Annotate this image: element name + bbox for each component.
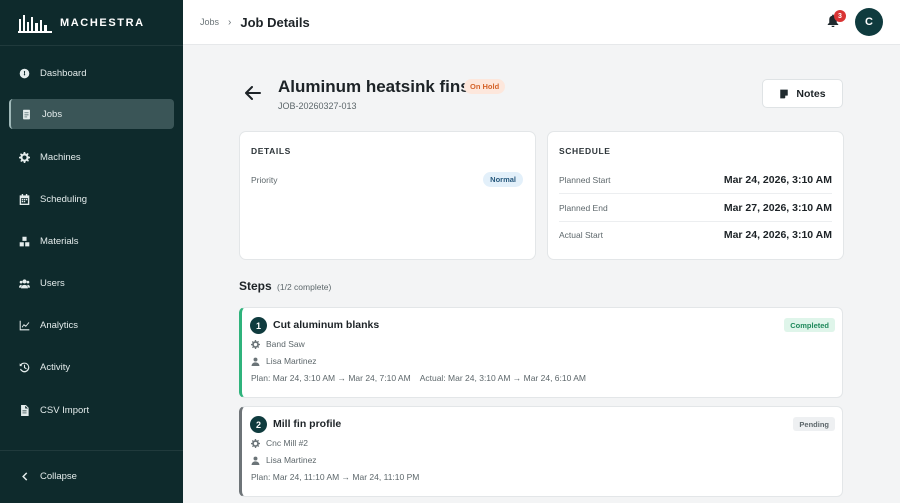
step-machine-name: Cnc Mill #2 xyxy=(266,438,309,448)
sidebar-item-users[interactable]: Users xyxy=(9,268,174,298)
step-operator-name: Lisa Martinez xyxy=(266,356,317,366)
sidebar-item-dashboard[interactable]: Dashboard xyxy=(9,58,174,88)
sidebar-item-label: Scheduling xyxy=(40,193,88,205)
gauge-icon xyxy=(19,68,30,79)
steps-count: (1/2 complete) xyxy=(277,282,332,292)
step-name: Mill fin profile xyxy=(273,418,342,430)
steps-heading: Steps (1/2 complete) xyxy=(239,279,331,293)
steps-heading-label: Steps xyxy=(239,279,272,293)
step-status-badge: Completed xyxy=(784,318,835,332)
step-actual: Actual: Mar 24, 3:10 AM → Mar 24, 6:10 A… xyxy=(419,373,586,383)
sidebar-item-label: Jobs xyxy=(42,108,63,120)
user-icon xyxy=(251,357,260,366)
schedule-row-value: Mar 24, 2026, 3:10 AM xyxy=(723,173,832,186)
step-plan: Plan: Mar 24, 3:10 AM → Mar 24, 7:10 AM xyxy=(251,373,411,383)
boxes-icon xyxy=(19,236,30,247)
sidebar-item-label: CSV Import xyxy=(40,404,90,416)
sidebar-item-label: Machines xyxy=(40,151,81,163)
schedule-row: Planned End Mar 27, 2026, 3:10 AM xyxy=(559,194,832,222)
schedule-row-label: Actual Start xyxy=(559,230,603,240)
job-title: Aluminum heatsink fins xyxy=(278,77,470,96)
priority-badge: Normal xyxy=(483,172,523,187)
step-number: 1 xyxy=(250,317,267,334)
details-card: DETAILS Priority Normal xyxy=(239,131,536,260)
details-card-title: DETAILS xyxy=(251,146,291,156)
step-machine-name: Band Saw xyxy=(266,339,305,349)
schedule-card: SCHEDULE Planned Start Mar 24, 2026, 3:1… xyxy=(547,131,844,260)
gear-icon xyxy=(251,438,260,448)
gear-icon xyxy=(251,339,260,349)
schedule-row-label: Planned End xyxy=(559,202,608,213)
schedule-row: Planned Start Mar 24, 2026, 3:10 AM xyxy=(559,166,832,194)
note-icon xyxy=(780,89,789,98)
topbar: Jobs › Job Details 3 C xyxy=(183,0,900,45)
factory-skyline-icon xyxy=(18,14,52,33)
sidebar-item-label: Analytics xyxy=(40,319,79,331)
schedule-row-label: Planned Start xyxy=(559,174,611,185)
step-timing: Plan: Mar 24, 3:10 AM → Mar 24, 7:10 AM A… xyxy=(251,373,586,383)
step-operator: Lisa Martinez xyxy=(251,455,317,465)
sidebar: MACHESTRA Dashboard Jobs Machines Schedu… xyxy=(0,0,183,503)
step-machine: Cnc Mill #2 xyxy=(251,438,308,448)
notes-button-label: Notes xyxy=(796,87,826,100)
step-name: Cut aluminum blanks xyxy=(273,319,380,331)
notes-button[interactable]: Notes xyxy=(762,79,843,108)
step-number: 2 xyxy=(250,416,267,433)
schedule-card-title: SCHEDULE xyxy=(559,146,611,156)
page-title: Job Details xyxy=(240,14,310,30)
brand[interactable]: MACHESTRA xyxy=(0,0,183,46)
divider xyxy=(0,450,183,451)
calendar-icon xyxy=(19,193,30,205)
schedule-row: Actual Start Mar 24, 2026, 3:10 AM xyxy=(559,221,832,249)
sidebar-item-csv-import[interactable]: CSV Import xyxy=(9,395,174,425)
file-icon xyxy=(19,404,30,416)
sidebar-item-machines[interactable]: Machines xyxy=(9,142,174,172)
brand-name: MACHESTRA xyxy=(60,16,145,29)
priority-label: Priority xyxy=(251,175,278,185)
step-operator: Lisa Martinez xyxy=(251,356,317,366)
breadcrumb-separator: › xyxy=(228,16,232,28)
sidebar-item-label: Users xyxy=(40,277,65,289)
avatar[interactable]: C xyxy=(855,8,883,36)
gear-icon xyxy=(19,151,30,163)
history-icon xyxy=(19,362,30,373)
step-card[interactable]: 1 Cut aluminum blanks Completed Band Saw… xyxy=(239,307,843,398)
chart-line-icon xyxy=(19,320,30,331)
collapse-label: Collapse xyxy=(40,470,77,482)
chevron-left-icon xyxy=(19,471,30,482)
user-icon xyxy=(251,456,260,465)
notification-count-badge: 3 xyxy=(834,10,846,22)
sidebar-item-materials[interactable]: Materials xyxy=(9,226,174,256)
back-arrow-icon[interactable] xyxy=(245,86,261,100)
sidebar-item-jobs[interactable]: Jobs xyxy=(9,99,174,129)
breadcrumb-parent[interactable]: Jobs xyxy=(200,17,219,27)
sidebar-item-label: Dashboard xyxy=(40,67,87,79)
clipboard-icon xyxy=(21,109,32,120)
sidebar-item-label: Activity xyxy=(40,361,71,373)
schedule-row-value: Mar 24, 2026, 3:10 AM xyxy=(723,229,832,241)
step-operator-name: Lisa Martinez xyxy=(266,455,317,465)
schedule-row-value: Mar 27, 2026, 3:10 AM xyxy=(723,201,832,214)
users-icon xyxy=(19,278,30,289)
sidebar-item-scheduling[interactable]: Scheduling xyxy=(9,184,174,214)
step-timing: Plan: Mar 24, 11:10 AM → Mar 24, 11:10 P… xyxy=(251,472,419,482)
job-id: JOB-20260327-013 xyxy=(278,101,357,111)
step-card[interactable]: 2 Mill fin profile Pending Cnc Mill #2 L… xyxy=(239,406,843,497)
collapse-button[interactable]: Collapse xyxy=(9,461,174,491)
sidebar-item-activity[interactable]: Activity xyxy=(9,352,174,382)
step-status-badge: Pending xyxy=(793,417,835,431)
status-badge: On Hold xyxy=(464,79,506,94)
sidebar-item-label: Materials xyxy=(40,235,79,247)
step-plan: Plan: Mar 24, 11:10 AM → Mar 24, 11:10 P… xyxy=(251,472,420,482)
sidebar-item-analytics[interactable]: Analytics xyxy=(9,310,174,340)
step-machine: Band Saw xyxy=(251,339,305,349)
